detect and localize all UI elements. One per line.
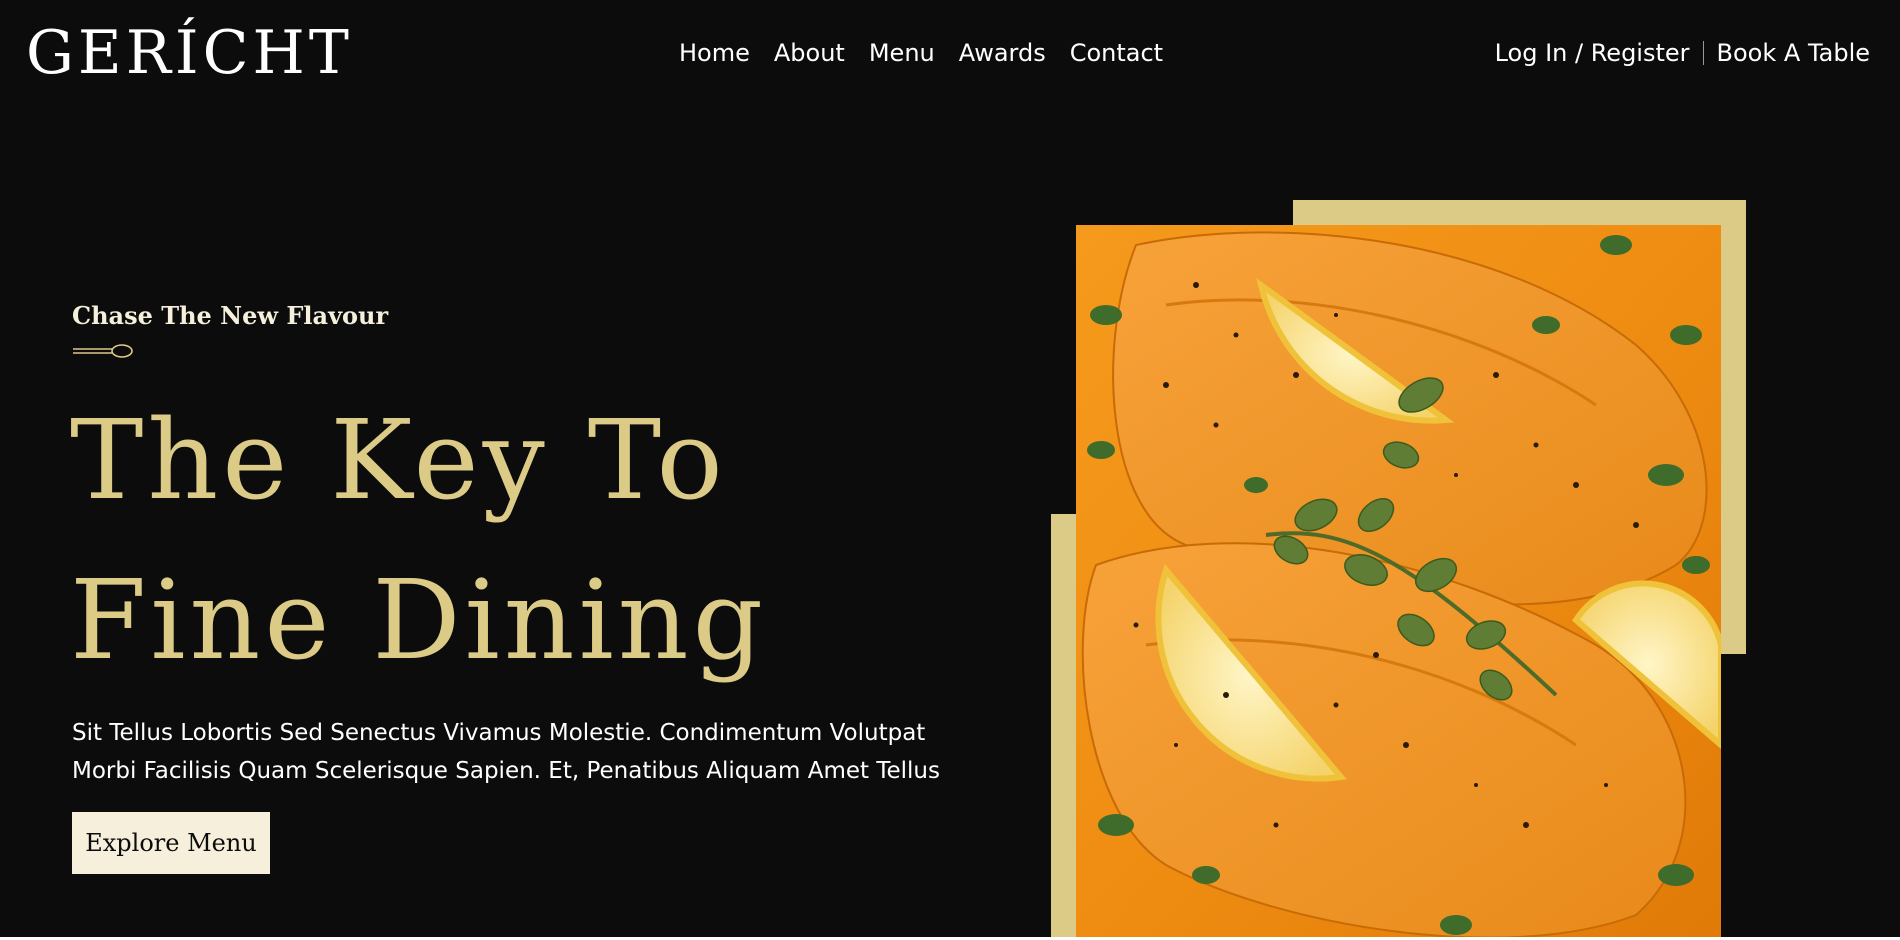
nav-link-menu[interactable]: Menu — [869, 36, 935, 70]
login-register-link[interactable]: Log In / Register — [1495, 36, 1690, 70]
hero-title-line-1: The Key To — [70, 396, 727, 524]
salmon-dish-image — [1076, 225, 1721, 937]
nav-link-about[interactable]: About — [774, 36, 845, 70]
book-table-link[interactable]: Book A Table — [1717, 36, 1870, 70]
hero-title-line-2: Fine Dining — [70, 556, 768, 684]
nav-link-contact[interactable]: Contact — [1070, 36, 1163, 70]
brand-logo[interactable]: GERÍCHT — [26, 18, 353, 88]
hero-title: The Key To Fine Dining — [70, 380, 767, 700]
nav-link-awards[interactable]: Awards — [959, 36, 1046, 70]
hero-description: Sit Tellus Lobortis Sed Senectus Vivamus… — [72, 720, 940, 784]
nav-link-home[interactable]: Home — [679, 36, 750, 70]
main-nav: Home About Menu Awards Contact — [679, 36, 1163, 70]
hero-tagline: Chase The New Flavour — [72, 301, 389, 330]
explore-menu-button[interactable]: Explore Menu — [72, 812, 270, 874]
nav-divider — [1702, 41, 1704, 65]
hero-page: GERÍCHT Home About Menu Awards Contact L… — [0, 0, 1900, 937]
auth-links: Log In / Register Book A Table — [1495, 36, 1870, 70]
spoon-icon — [73, 344, 133, 358]
